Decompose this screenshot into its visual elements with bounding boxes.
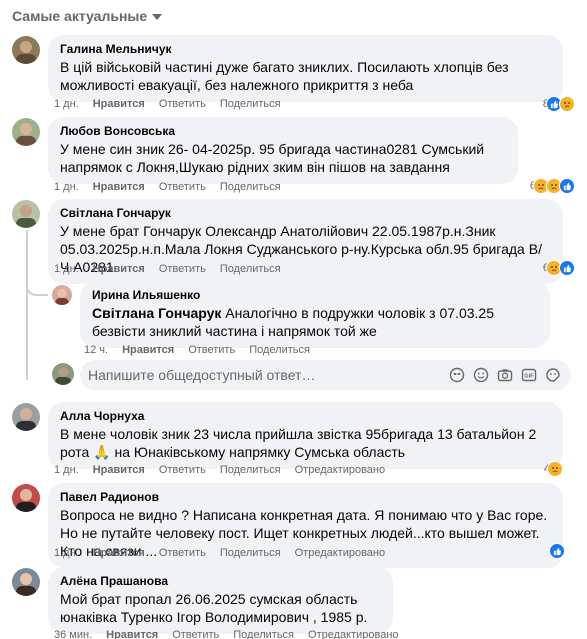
like-button[interactable]: Нравится [106, 629, 158, 639]
comment-bubble: Любов Вонсовська У мене син зник 26- 04-… [48, 117, 518, 184]
gif-icon[interactable]: GIF [521, 367, 537, 383]
like-icon [559, 260, 575, 276]
share-button[interactable]: Поделиться [220, 263, 281, 275]
comment: Галина Мельничук В цій військовій частин… [12, 35, 579, 117]
composer-tools: GIF [449, 367, 571, 383]
comment-bubble: Галина Мельничук В цій військовій частин… [48, 35, 563, 102]
sad-icon [559, 96, 575, 112]
comment-time[interactable]: 1 дн. [54, 464, 79, 476]
comment: Любов Вонсовська У мене син зник 26- 04-… [12, 117, 579, 199]
avatar[interactable] [12, 200, 40, 228]
comment-time[interactable]: 1 дн. [54, 181, 79, 193]
like-icon [549, 543, 565, 559]
comment-text: В мене чоловік зник 23 числа прийшла зві… [60, 426, 537, 460]
comment-author[interactable]: Павел Радионов [60, 489, 551, 505]
like-icon [559, 178, 575, 194]
reaction-summary[interactable]: 4 [544, 461, 563, 477]
comment-actions: 1 дн. Нравится Ответить Поделиться Отред… [54, 464, 385, 476]
like-button[interactable]: Нравится [122, 344, 174, 356]
comment: Світлана Гончарук У мене брат Гончарук О… [12, 199, 579, 284]
comment-time[interactable]: 12 ч. [84, 344, 108, 356]
reply-placeholder: Напишите общедоступный ответ… [88, 367, 316, 383]
comment-bubble: Алла Чорнуха В мене чоловік зник 23 числ… [48, 402, 563, 469]
reply-button[interactable]: Ответить [159, 263, 206, 275]
like-button[interactable]: Нравится [93, 263, 145, 275]
comment-actions: 1 дн. Нравится Ответить Поделиться [54, 98, 281, 110]
like-button[interactable]: Нравится [93, 547, 145, 559]
reply-input[interactable]: Напишите общедоступный ответ… GIF [80, 360, 571, 390]
share-button[interactable]: Поделиться [220, 547, 281, 559]
comment-author[interactable]: Ирина Ильяшенко [92, 287, 538, 303]
sticker-icon[interactable] [545, 367, 561, 383]
comment-actions: 1 дн. Нравится Ответить Поделиться [54, 181, 281, 193]
comment-time[interactable]: 1 дн. [54, 263, 79, 275]
avatar[interactable] [12, 118, 40, 146]
comment-author[interactable]: Алла Чорнуха [60, 408, 551, 424]
avatar[interactable] [12, 36, 40, 64]
thread-line [26, 230, 28, 380]
comment-author[interactable]: Любов Вонсовська [60, 123, 506, 139]
sort-label: Самые актуальные [12, 8, 148, 24]
like-button[interactable]: Нравится [93, 98, 145, 110]
edited-label: Отредактировано [294, 547, 386, 559]
thread-line [26, 284, 48, 296]
reaction-summary[interactable]: 6 [530, 178, 575, 194]
reply-button[interactable]: Ответить [159, 547, 206, 559]
comment-actions: 1 дн. Нравится Ответить Поделиться Отред… [54, 547, 385, 559]
share-button[interactable]: Поделиться [233, 629, 294, 639]
share-button[interactable]: Поделиться [220, 464, 281, 476]
reply-button[interactable]: Ответить [159, 464, 206, 476]
reaction-summary[interactable]: 6 [543, 260, 575, 276]
reaction-summary[interactable]: 8 [543, 96, 575, 112]
comment: Алла Чорнуха В мене чоловік зник 23 числ… [12, 402, 579, 482]
comment-author[interactable]: Алёна Прашанова [60, 573, 381, 589]
comment-bubble: Ирина Ильяшенко Світлана Гончарук Аналог… [80, 281, 550, 348]
comment-time[interactable]: 36 мин. [54, 629, 92, 639]
avatar[interactable] [52, 285, 72, 305]
comment-text: У мене син зник 26- 04-2025р. 95 бригада… [60, 141, 485, 175]
avatar-sticker-icon[interactable] [449, 367, 465, 383]
avatar[interactable] [12, 568, 40, 596]
comment-time[interactable]: 1 дн. [54, 547, 79, 559]
sad-icon [547, 461, 563, 477]
comment: Алёна Прашанова Мой брат пропал 26.06.20… [12, 567, 579, 639]
avatar[interactable] [12, 484, 40, 512]
reply-button[interactable]: Ответить [159, 181, 206, 193]
reply-comment: Ирина Ильяшенко Світлана Гончарук Аналог… [52, 281, 579, 356]
comment: Павел Радионов Вопроса не видно ? Написа… [12, 483, 579, 568]
comment-actions: 1 дн. Нравится Ответить Поделиться [54, 263, 281, 275]
emoji-icon[interactable] [473, 367, 489, 383]
comment-text: В цій військовій частині дуже багато зни… [60, 59, 509, 93]
share-button[interactable]: Поделиться [249, 344, 310, 356]
reaction-summary[interactable] [547, 543, 565, 559]
comment-bubble: Алёна Прашанова Мой брат пропал 26.06.20… [48, 567, 393, 634]
comment-time[interactable]: 1 дн. [54, 98, 79, 110]
current-user-avatar [52, 363, 74, 385]
camera-icon[interactable] [497, 367, 513, 383]
comment-actions: 12 ч. Нравится Ответить Поделиться [84, 344, 310, 356]
share-button[interactable]: Поделиться [220, 98, 281, 110]
comment-author[interactable]: Світлана Гончарук [60, 205, 551, 221]
comment-actions: 36 мин. Нравится Ответить Поделиться Отр… [54, 629, 399, 639]
like-button[interactable]: Нравится [93, 464, 145, 476]
comment-text: Мой брат пропал 26.06.2025 сумская облас… [60, 591, 368, 625]
comment-author[interactable]: Галина Мельничук [60, 41, 551, 57]
avatar[interactable] [12, 403, 40, 431]
reply-button[interactable]: Ответить [159, 98, 206, 110]
like-button[interactable]: Нравится [93, 181, 145, 193]
edited-label: Отредактировано [308, 629, 399, 639]
comment-text: Світлана Гончарук Аналогічно в подружки … [92, 304, 538, 340]
svg-text:GIF: GIF [524, 374, 534, 380]
mention-link[interactable]: Світлана Гончарук [92, 305, 221, 321]
edited-label: Отредактировано [294, 464, 386, 476]
sort-dropdown[interactable]: Самые актуальные [12, 8, 163, 24]
caret-down-icon [152, 14, 163, 20]
reply-button[interactable]: Ответить [172, 629, 219, 639]
reply-button[interactable]: Ответить [188, 344, 235, 356]
share-button[interactable]: Поделиться [220, 181, 281, 193]
